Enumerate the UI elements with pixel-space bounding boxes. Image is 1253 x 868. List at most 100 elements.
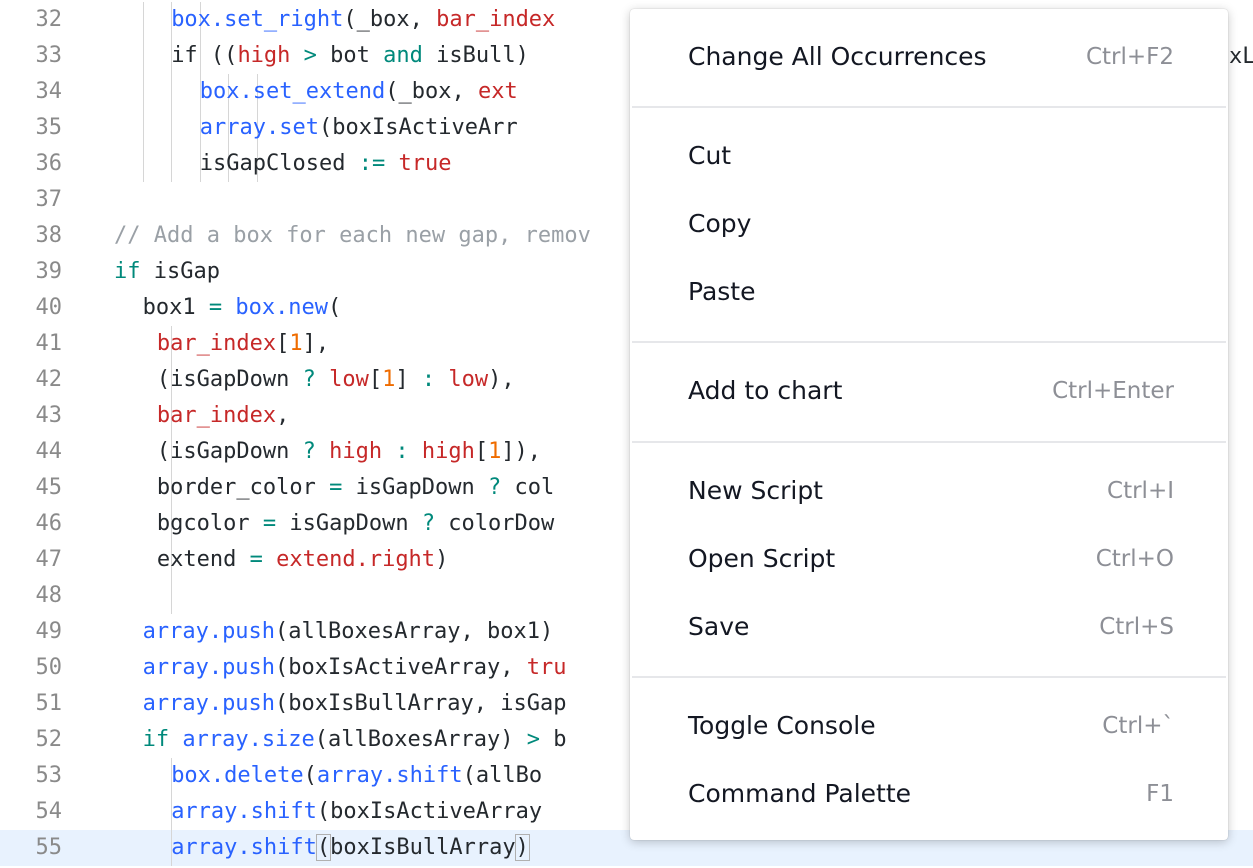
menu-item-paste[interactable]: Paste [630,261,1228,321]
line-number: 47 [35,547,63,572]
code-token: ]), [501,439,542,464]
code-token: b [539,727,567,752]
code-text: array.push(boxIsBullArray, isGap [143,691,567,717]
line-number: 42 [35,367,63,392]
code-text: box.set_right(_box, bar_index [171,7,555,33]
code-text: bar_index[1], [157,331,329,357]
code-text: (isGapDown ? low[1] : low), [157,367,515,393]
code-token: array.shift [171,799,317,824]
code-token: isGapClosed [199,151,359,176]
code-token: // Add a box for each new gap, remov [114,223,591,248]
code-token: border_color [156,475,330,500]
code-token: bot [330,43,384,68]
menu-separator [632,676,1226,678]
code-text: box.set_extend(_box, ext [200,79,518,105]
code-token: ), [488,367,515,392]
code-text: box.delete(array.shift(allBo [171,763,542,789]
code-token: ) [435,547,449,572]
line-number: 37 [35,187,63,212]
code-token: box.new [235,295,329,320]
menu-item-new-script[interactable]: New Script Ctrl+I [630,460,1228,520]
menu-item-command-palette[interactable]: Command Palette F1 [630,763,1228,823]
code-token: and [383,43,423,68]
line-number: 45 [35,475,63,500]
menu-item-change-all-occurrences[interactable]: Change All Occurrences Ctrl+F2 [630,26,1228,86]
code-token: > [290,43,331,68]
indent-guide [142,2,144,38]
line-number: 51 [35,691,63,716]
code-text: (isGapDown ? high : high[1]), [157,439,541,465]
code-token: = [249,547,263,572]
code-overflow-text: xL [1229,44,1253,69]
code-token: box.delete [171,763,304,788]
code-token: isGapDown [276,511,422,536]
code-token: , [276,403,290,428]
code-text: array.shift(boxIsBullArray) [171,834,530,861]
line-number: 40 [35,295,63,320]
code-token: box1 [142,295,209,320]
code-token: array.set [199,115,320,140]
menu-item-shortcut: Ctrl+I [1107,478,1174,504]
line-number: 33 [35,43,63,68]
indent-guide [142,74,144,110]
code-token: (allBoxesArray, box1) [275,619,554,644]
code-token: ], [302,331,330,356]
code-token: if [142,727,170,752]
code-token: high [421,439,475,464]
menu-item-label: Command Palette [688,779,912,808]
code-token: (boxIsActiveArray [316,799,543,824]
code-token: [ [474,439,489,464]
code-token: (isGapDown [156,367,303,392]
code-token: bar_index [436,7,556,32]
menu-item-label: Change All Occurrences [688,42,987,71]
code-token: (boxIsActiveArray, [275,655,527,680]
code-token: array.push [142,619,276,644]
code-token: low [448,367,489,392]
menu-item-open-script[interactable]: Open Script Ctrl+O [630,528,1228,588]
code-token: ) [514,834,530,861]
menu-separator [632,106,1226,108]
code-token: > [526,727,540,752]
code-token: ] [395,367,422,392]
code-token: array.shift [316,763,463,788]
menu-item-toggle-console[interactable]: Toggle Console Ctrl+` [630,695,1228,755]
code-text: array.push(boxIsActiveArray, tru [143,655,567,681]
line-number: 48 [35,583,63,608]
code-token: = [262,511,277,536]
code-token: (allBoxesArray) [314,727,527,752]
menu-item-label: Paste [688,277,756,306]
code-text: bar_index, [157,403,289,429]
code-token: ( [328,295,342,320]
code-token: (isGapDown [156,439,303,464]
line-number: 53 [35,763,63,788]
code-token: high [237,43,291,68]
code-text: array.shift(boxIsActiveArray [171,799,542,825]
code-token: : [395,439,409,464]
menu-item-add-to-chart[interactable]: Add to chart Ctrl+Enter [630,360,1228,420]
line-number: 35 [35,115,63,140]
code-text: // Add a box for each new gap, remov [114,223,591,249]
menu-item-save[interactable]: Save Ctrl+S [630,596,1228,656]
code-token: tru [526,655,567,680]
code-token: ? [488,475,502,500]
indent-guide [171,578,173,614]
code-text: extend = extend.right) [157,547,448,573]
code-token: col [501,475,555,500]
line-number: 44 [35,439,63,464]
code-token: (_box, [343,7,437,32]
code-token: = [208,295,223,320]
indent-guide [142,146,144,182]
code-token: isGap [140,259,220,284]
indent-guide [171,146,173,182]
code-token: box.set_right [171,7,344,32]
menu-item-cut[interactable]: Cut [630,125,1228,185]
menu-item-copy[interactable]: Copy [630,193,1228,253]
code-token: high [329,439,383,464]
code-token: (allBo [462,763,543,788]
menu-item-label: Save [688,612,750,641]
code-token: 1 [289,331,303,356]
code-token: ( [315,834,332,861]
